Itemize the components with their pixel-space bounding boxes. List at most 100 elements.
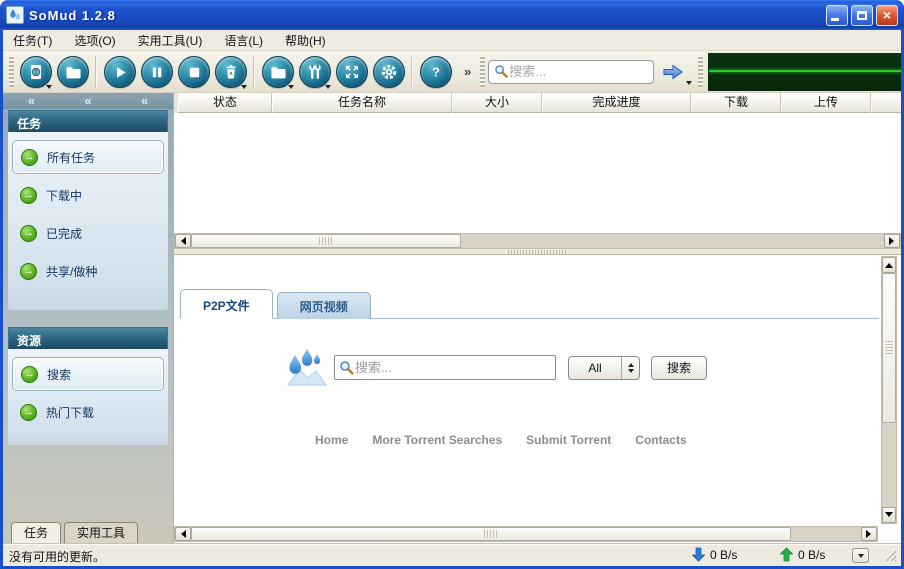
scroll-right-button[interactable] [884, 234, 900, 248]
scroll-left-button[interactable] [175, 527, 191, 541]
scroll-up-button[interactable] [882, 257, 896, 273]
p2p-search-input[interactable] [355, 360, 555, 375]
status-message: 没有可用的更新。 [9, 548, 105, 565]
delete-button[interactable] [212, 53, 249, 91]
minimize-button[interactable] [826, 5, 848, 26]
pause-icon [141, 56, 173, 88]
resize-grip-icon[interactable] [882, 548, 897, 566]
expand-view-button[interactable] [333, 53, 370, 91]
app-window: SoMud 1.2.8 × 任务(T) 选项(O) 实用工具(U) 语言(L) … [0, 0, 904, 569]
open-folder-button[interactable] [259, 53, 296, 91]
toolbar-search-input[interactable] [509, 64, 653, 79]
sidebar-item-search[interactable]: → 搜索 [12, 357, 164, 391]
scroll-left-button[interactable] [175, 234, 191, 248]
arrow-right-icon [866, 530, 875, 538]
close-icon: × [877, 7, 897, 24]
collapse-chevron-icon: « [141, 96, 148, 106]
open-torrent-button[interactable] [54, 53, 91, 91]
sidebar-item-label: 已完成 [46, 225, 82, 242]
toolbar-overflow-chevron[interactable]: » [464, 64, 471, 79]
settings-icon [373, 56, 405, 88]
main-panel: 状态 任务名称 大小 完成进度 下载 上传 剩余时间 P2P文件 网页视频 [173, 93, 901, 543]
close-button[interactable]: × [876, 5, 898, 26]
column-download[interactable]: 下载 [691, 93, 781, 113]
tab-web-video[interactable]: 网页视频 [277, 292, 371, 319]
column-status[interactable]: 状态 [178, 93, 272, 113]
hscroll-track[interactable] [791, 527, 861, 541]
speed-graph-line [709, 70, 901, 72]
stop-button[interactable] [175, 53, 212, 91]
go-arrow-icon [662, 62, 684, 82]
graph-gripper[interactable] [698, 57, 703, 87]
speed-options-button[interactable] [852, 548, 869, 563]
link-more-searches[interactable]: More Torrent Searches [372, 433, 502, 447]
search-go-button[interactable] [658, 59, 688, 85]
bottom-tab-utilities[interactable]: 实用工具 [64, 522, 138, 543]
tasks-section: → 所有任务 → 下载中 → 已完成 → 共享/做种 [8, 132, 168, 310]
collapse-chevron-icon: « [84, 96, 91, 106]
thumb-grip [885, 341, 893, 355]
menu-options[interactable]: 选项(O) [74, 32, 115, 49]
settings-button[interactable] [370, 53, 407, 91]
search-icon [494, 64, 509, 79]
open-torrent-icon [57, 56, 89, 88]
link-contacts[interactable]: Contacts [635, 433, 686, 447]
pause-button[interactable] [138, 53, 175, 91]
chevron-down-icon [858, 554, 864, 558]
hscroll-track[interactable] [461, 234, 884, 248]
browser-tabs: P2P文件 网页视频 [180, 293, 879, 319]
green-arrow-icon: → [21, 149, 38, 166]
toolbar-separator [253, 56, 255, 88]
green-arrow-icon: → [21, 366, 38, 383]
tools-button[interactable] [296, 53, 333, 91]
toolbar-gripper[interactable] [9, 57, 14, 87]
scroll-down-button[interactable] [882, 507, 896, 523]
hscroll-thumb[interactable] [191, 527, 791, 541]
search-gripper[interactable] [480, 57, 485, 87]
sidebar-collapse-strip[interactable]: « « « [3, 93, 173, 109]
bottom-tab-tasks[interactable]: 任务 [11, 522, 61, 543]
sidebar-item-hot-downloads[interactable]: → 热门下载 [12, 395, 164, 429]
tasks-section-header: 任务 [8, 110, 168, 132]
window-title: SoMud 1.2.8 [29, 8, 116, 23]
menu-language[interactable]: 语言(L) [224, 32, 263, 49]
upload-arrow-icon [780, 547, 793, 562]
sidebar-item-completed[interactable]: → 已完成 [12, 216, 164, 250]
sidebar-item-downloading[interactable]: → 下载中 [12, 178, 164, 212]
toolbar-separator [95, 56, 97, 88]
category-select[interactable]: All [568, 356, 640, 380]
column-size[interactable]: 大小 [452, 93, 542, 113]
category-value: All [569, 361, 621, 375]
p2p-search-button[interactable]: 搜索 [651, 356, 707, 380]
column-upload[interactable]: 上传 [781, 93, 871, 113]
toolbar-search-box [488, 60, 654, 84]
help-button[interactable]: ? [417, 53, 454, 91]
sidebar-item-seeding[interactable]: → 共享/做种 [12, 254, 164, 288]
sidebar-item-all-tasks[interactable]: → 所有任务 [12, 140, 164, 174]
start-button[interactable] [101, 53, 138, 91]
p2p-links: Home More Torrent Searches Submit Torren… [315, 433, 687, 447]
column-remaining[interactable]: 剩余时间 [871, 93, 901, 113]
expand-view-icon [336, 56, 368, 88]
link-home[interactable]: Home [315, 433, 348, 447]
scroll-right-button[interactable] [861, 527, 877, 541]
thumb-grip [484, 530, 498, 538]
maximize-button[interactable] [851, 5, 873, 26]
menu-tasks[interactable]: 任务(T) [13, 32, 52, 49]
hscroll-thumb[interactable] [191, 234, 461, 248]
sidebar-item-label: 搜索 [47, 366, 71, 383]
vscroll-track[interactable] [882, 423, 896, 507]
arrow-right-icon [889, 237, 898, 245]
new-task-button[interactable] [17, 53, 54, 91]
menu-utilities[interactable]: 实用工具(U) [138, 32, 203, 49]
maximize-icon [857, 11, 867, 20]
column-progress[interactable]: 完成进度 [542, 93, 691, 113]
link-submit-torrent[interactable]: Submit Torrent [526, 433, 611, 447]
tab-p2p-files[interactable]: P2P文件 [180, 289, 273, 319]
column-task-name[interactable]: 任务名称 [272, 93, 452, 113]
vscroll-thumb[interactable] [882, 273, 896, 423]
open-folder-dropdown-icon [288, 85, 294, 89]
green-arrow-icon: → [20, 187, 37, 204]
arrow-up-icon [885, 259, 893, 268]
menu-help[interactable]: 帮助(H) [285, 32, 326, 49]
